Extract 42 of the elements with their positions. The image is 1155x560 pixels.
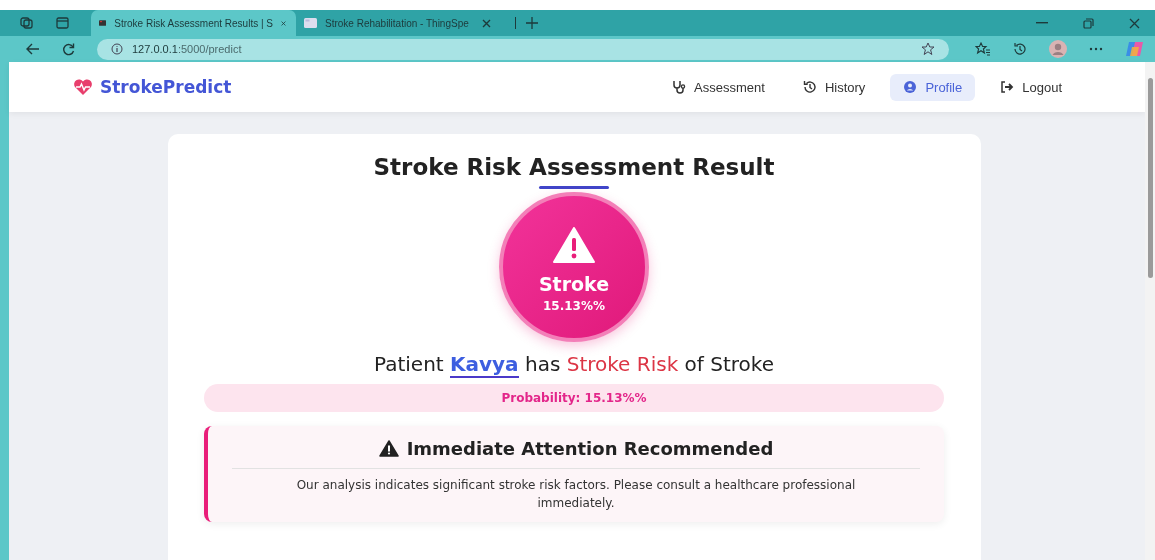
heart-pulse-icon bbox=[73, 79, 93, 95]
workspaces-icon[interactable] bbox=[20, 17, 34, 29]
badge-percentage: 15.13%% bbox=[543, 299, 605, 313]
page-icon bbox=[99, 18, 107, 28]
title-underline bbox=[539, 186, 609, 189]
result-sentence: Patient Kavya has Stroke Risk of Stroke bbox=[374, 352, 774, 376]
nav-link[interactable]: Logout bbox=[987, 73, 1075, 101]
alert-title: Immediate Attention Recommended bbox=[406, 438, 774, 459]
new-tab-icon[interactable] bbox=[515, 17, 538, 29]
result-title: Stroke Risk Assessment Result bbox=[373, 154, 775, 180]
star-icon[interactable] bbox=[921, 42, 935, 56]
browser-tab[interactable]: Stroke Rehabilitation - ThingSpe bbox=[296, 10, 501, 36]
probability-pill: Probability: 15.13%% bbox=[204, 384, 944, 412]
alert-message: Our analysis indicates significant stroke risk factors. Please consult a healthcare professional immediately. bbox=[295, 477, 857, 512]
history-icon bbox=[802, 80, 817, 94]
badge-label: Stroke bbox=[538, 273, 610, 295]
logout-icon bbox=[1000, 80, 1015, 94]
favorites-icon[interactable] bbox=[975, 42, 991, 56]
nav-link[interactable]: Assessment bbox=[659, 73, 778, 101]
warning-icon bbox=[553, 227, 595, 263]
info-icon[interactable] bbox=[111, 43, 123, 55]
scrollbar-thumb[interactable] bbox=[1147, 78, 1153, 278]
minimize-icon[interactable] bbox=[1036, 22, 1048, 24]
restore-icon[interactable] bbox=[1083, 17, 1094, 29]
refresh-icon[interactable] bbox=[62, 42, 75, 56]
browser-tab[interactable]: Stroke Risk Assessment Results | S bbox=[91, 10, 296, 36]
close-icon[interactable] bbox=[1129, 17, 1140, 29]
scrollbar[interactable] bbox=[1145, 62, 1155, 560]
nav-link[interactable]: Profile bbox=[890, 73, 976, 101]
address-bar[interactable]: 127.0.0.1:5000/predict bbox=[97, 38, 949, 60]
tab-actions-icon[interactable] bbox=[56, 17, 69, 29]
warning-icon bbox=[378, 440, 399, 457]
back-icon[interactable] bbox=[26, 43, 40, 55]
close-tab-icon[interactable] bbox=[482, 18, 491, 28]
history-icon[interactable] bbox=[1013, 42, 1027, 56]
url-text: 127.0.0.1:5000/predict bbox=[132, 43, 242, 55]
brand-name[interactable]: StrokePredict bbox=[100, 77, 232, 97]
user-icon bbox=[903, 80, 918, 94]
page-icon bbox=[304, 18, 317, 28]
more-icon[interactable] bbox=[1089, 47, 1103, 51]
nav-link[interactable]: History bbox=[789, 73, 879, 101]
stethoscope-icon bbox=[672, 80, 687, 94]
